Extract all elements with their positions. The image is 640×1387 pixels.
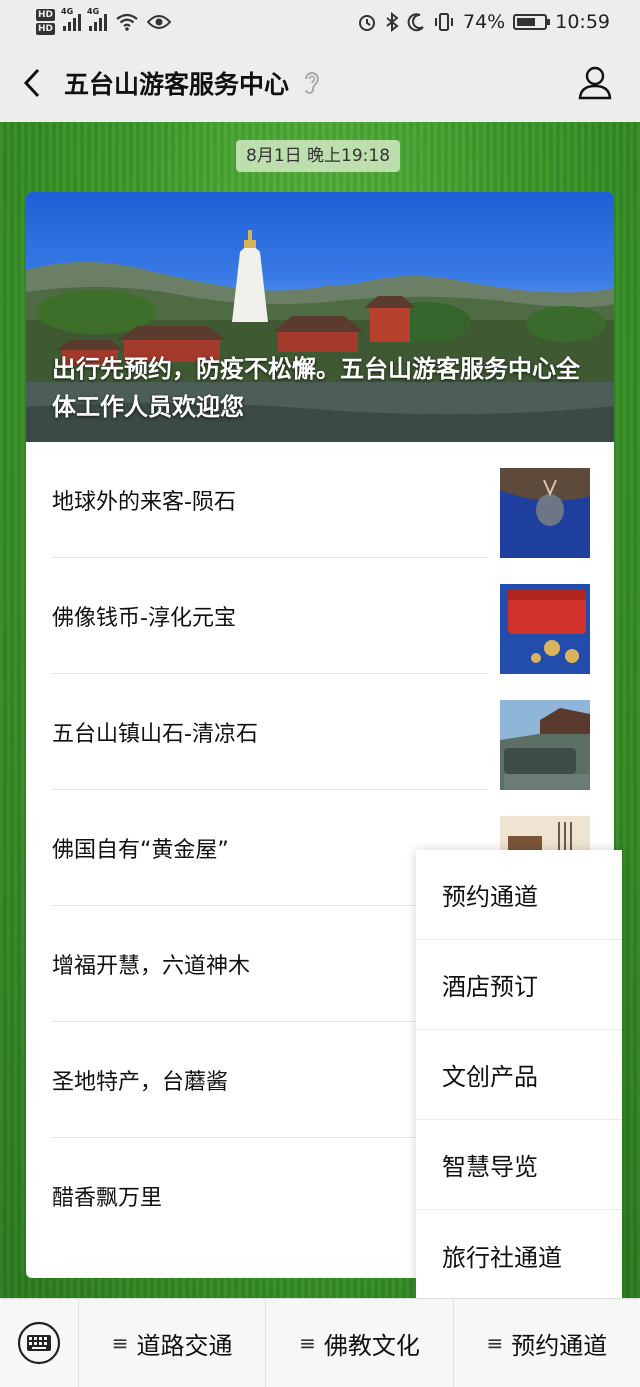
hd-badge-1: HD (36, 9, 56, 21)
article-title: 醋香飘万里 (52, 1186, 163, 1211)
menu-lines-icon: ≡ (299, 1331, 316, 1355)
moon-icon (407, 13, 424, 32)
keyboard-toggle-button[interactable] (0, 1299, 78, 1387)
thumbnail-image (500, 700, 590, 790)
signal-icon-2: 4G (87, 7, 108, 31)
person-icon (578, 66, 612, 100)
vibrate-icon (435, 13, 453, 31)
signal-icon: 4G (61, 7, 82, 31)
submenu-item-hotel[interactable]: 酒店预订 (416, 940, 622, 1030)
menu-button-label: 预约通道 (511, 1331, 608, 1360)
keyboard-icon (17, 1321, 61, 1365)
cover-article[interactable]: 出行先预约，防疫不松懈。五台山游客服务中心全体工作人员欢迎您 (26, 192, 614, 442)
ear-icon (305, 72, 320, 94)
hd-badge-2: HD (36, 23, 56, 35)
article-item[interactable]: 佛像钱币-淳化元宝 (26, 558, 614, 674)
cover-title: 出行先预约，防疫不松懈。五台山游客服务中心全体工作人员欢迎您 (52, 355, 580, 421)
article-item[interactable]: 五台山镇山石-清凉石 (26, 674, 614, 790)
bluetooth-icon (386, 12, 399, 32)
article-title: 增福开慧，六道神木 (52, 954, 251, 979)
article-title: 五台山镇山石-清凉石 (52, 722, 258, 747)
hd-indicator: HD HD (36, 9, 56, 35)
submenu-item-reservation[interactable]: 预约通道 (416, 850, 622, 940)
article-title: 佛像钱币-淳化元宝 (52, 606, 236, 631)
menu-button-buddhist-culture[interactable]: ≡ 佛教文化 (265, 1298, 452, 1387)
wifi-icon (116, 13, 138, 31)
eye-icon (147, 15, 172, 29)
submenu-item-travel-agency[interactable]: 旅行社通道 (416, 1210, 622, 1300)
chevron-left-icon (23, 68, 40, 98)
article-item[interactable]: 地球外的来客-陨石 (26, 442, 614, 558)
submenu-item-guide[interactable]: 智慧导览 (416, 1120, 622, 1210)
submenu-item-products[interactable]: 文创产品 (416, 1030, 622, 1120)
bottom-menu-bar: ≡ 道路交通 ≡ 佛教文化 ≡ 预约通道 (0, 1298, 640, 1387)
article-title: 地球外的来客-陨石 (52, 490, 236, 515)
article-title: 佛国自有“黄金屋” (52, 838, 229, 863)
popup-submenu: 预约通道 酒店预订 文创产品 智慧导览 旅行社通道 (416, 850, 622, 1298)
menu-button-label: 道路交通 (136, 1331, 233, 1360)
back-button[interactable] (0, 44, 64, 122)
menu-button-road-traffic[interactable]: ≡ 道路交通 (78, 1298, 265, 1387)
nav-bar: 五台山游客服务中心 (0, 44, 640, 122)
profile-button[interactable] (576, 64, 614, 102)
thumbnail-image (500, 584, 590, 674)
network-type-label-2: 4G (87, 7, 100, 16)
network-type-label: 4G (61, 7, 74, 16)
menu-button-reservation[interactable]: ≡ 预约通道 (452, 1298, 640, 1387)
page-title: 五台山游客服务中心 (64, 70, 290, 99)
alarm-icon (359, 15, 375, 31)
menu-button-label: 佛教文化 (323, 1331, 420, 1360)
article-title: 圣地特产，台蘑酱 (52, 1070, 229, 1095)
status-right: 74% 10:59 (357, 11, 610, 33)
menu-lines-icon: ≡ (486, 1331, 504, 1355)
menu-lines-icon: ≡ (111, 1331, 129, 1355)
status-bar: HD HD 4G 4G 74% 10:59 (0, 0, 640, 44)
status-left: HD HD 4G 4G (36, 7, 172, 35)
battery-percent: 74% (463, 11, 506, 33)
clock: 10:59 (555, 11, 610, 33)
thumbnail-image (500, 468, 590, 558)
message-timestamp: 8月1日 晚上19:18 (236, 140, 401, 172)
battery-icon (513, 14, 551, 30)
